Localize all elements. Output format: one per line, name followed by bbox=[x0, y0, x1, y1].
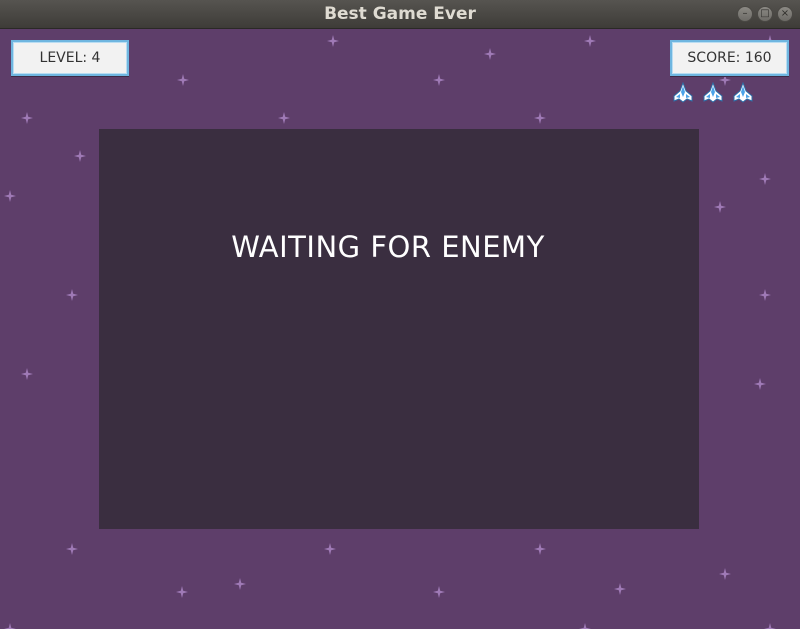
title-bar[interactable]: Best Game Ever – □ × bbox=[0, 0, 800, 29]
star bbox=[66, 543, 78, 555]
close-icon: × bbox=[780, 8, 790, 19]
score-display: SCORE: 160 bbox=[670, 40, 789, 76]
minimize-icon: – bbox=[742, 8, 748, 19]
star bbox=[614, 583, 626, 595]
window-title: Best Game Ever bbox=[324, 4, 476, 24]
star bbox=[66, 289, 78, 301]
star bbox=[278, 112, 290, 124]
lives-indicator bbox=[672, 82, 762, 106]
star bbox=[534, 543, 546, 555]
level-display: LEVEL: 4 bbox=[11, 40, 129, 76]
star bbox=[534, 112, 546, 124]
star bbox=[759, 289, 771, 301]
star bbox=[754, 378, 766, 390]
game-window: Best Game Ever – □ × LEVEL: 4 SCORE: 160… bbox=[0, 0, 800, 629]
star bbox=[433, 74, 445, 86]
star bbox=[74, 150, 86, 162]
star bbox=[21, 368, 33, 380]
spaceship-icon bbox=[703, 82, 723, 103]
star bbox=[327, 35, 339, 47]
star bbox=[4, 190, 16, 202]
close-button[interactable]: × bbox=[777, 6, 793, 22]
game-canvas[interactable]: LEVEL: 4 SCORE: 160 WAITING FOR ENEMY bbox=[0, 29, 800, 629]
star bbox=[584, 35, 596, 47]
star bbox=[579, 623, 591, 629]
status-message: WAITING FOR ENEMY bbox=[231, 230, 545, 264]
star bbox=[234, 578, 246, 590]
star bbox=[177, 74, 189, 86]
star bbox=[764, 623, 776, 629]
spaceship-icon bbox=[733, 82, 753, 103]
star bbox=[4, 623, 16, 629]
minimize-button[interactable]: – bbox=[737, 6, 753, 22]
spaceship-icon bbox=[673, 82, 693, 103]
star bbox=[324, 543, 336, 555]
star bbox=[759, 173, 771, 185]
star bbox=[484, 48, 496, 60]
star bbox=[714, 201, 726, 213]
star bbox=[176, 586, 188, 598]
star bbox=[719, 568, 731, 580]
maximize-button[interactable]: □ bbox=[757, 6, 773, 22]
star bbox=[21, 112, 33, 124]
message-panel: WAITING FOR ENEMY bbox=[99, 129, 699, 529]
star bbox=[433, 586, 445, 598]
maximize-icon: □ bbox=[760, 8, 770, 19]
